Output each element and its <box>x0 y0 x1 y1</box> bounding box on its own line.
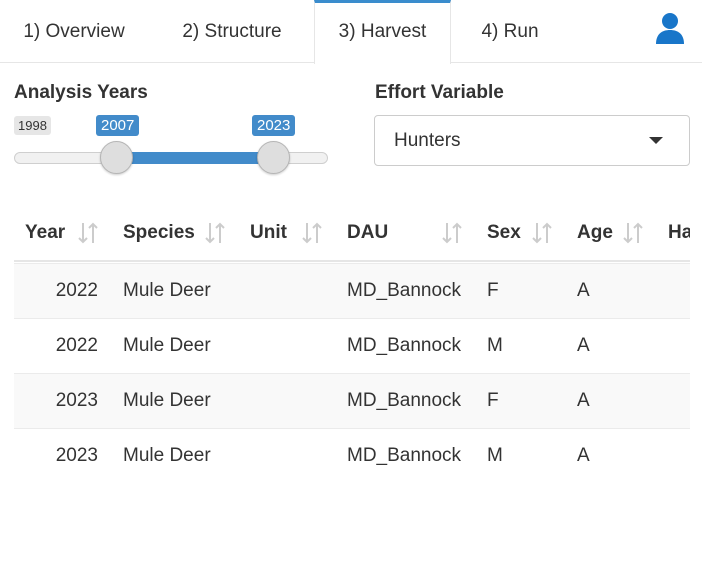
table-header: Year Species Unit DAU Sex Age Ha <box>14 206 690 262</box>
slider-from-handle[interactable] <box>100 141 133 174</box>
effort-variable-label: Effort Variable <box>375 82 504 103</box>
user-icon[interactable] <box>654 12 686 44</box>
cell-age: A <box>577 280 590 301</box>
cell-dau: MD_Bannock <box>347 390 462 411</box>
column-header-harvest[interactable]: Ha <box>668 222 690 244</box>
cell-year: 2023 <box>55 445 98 466</box>
table-row: 2022 Mule Deer MD_Bannock M A <box>14 318 690 373</box>
cell-species: Mule Deer <box>123 445 211 466</box>
sort-icon[interactable] <box>77 220 99 246</box>
column-header-species[interactable]: Species <box>123 222 195 244</box>
column-header-year[interactable]: Year <box>25 222 65 244</box>
tab-structure[interactable]: 2) Structure <box>157 0 307 63</box>
cell-species: Mule Deer <box>123 280 211 301</box>
caret-down-icon <box>649 137 663 144</box>
cell-species: Mule Deer <box>123 390 211 411</box>
column-header-unit[interactable]: Unit <box>250 222 287 244</box>
cell-age: A <box>577 335 590 356</box>
slider-min-label: 1998 <box>14 116 51 135</box>
cell-year: 2022 <box>55 335 98 356</box>
cell-dau: MD_Bannock <box>347 335 462 356</box>
tab-overview[interactable]: 1) Overview <box>0 0 148 63</box>
slider-to-value: 2023 <box>252 115 296 136</box>
analysis-years-slider[interactable]: 1998 2007 2023 <box>14 112 330 174</box>
sort-icon[interactable] <box>301 220 323 246</box>
cell-species: Mule Deer <box>123 335 211 356</box>
cell-dau: MD_Bannock <box>347 445 462 466</box>
column-header-sex[interactable]: Sex <box>487 222 521 244</box>
sort-icon[interactable] <box>204 220 226 246</box>
slider-range-fill <box>117 152 274 164</box>
table-row: 2022 Mule Deer MD_Bannock F A <box>14 263 690 318</box>
effort-variable-value: Hunters <box>394 130 461 151</box>
sort-icon[interactable] <box>441 220 463 246</box>
slider-from-value: 2007 <box>96 115 140 136</box>
column-header-age[interactable]: Age <box>577 222 613 244</box>
table-row: 2023 Mule Deer MD_Bannock M A <box>14 428 690 483</box>
harvest-table: Year Species Unit DAU Sex Age Ha 2022 Mu… <box>14 206 690 506</box>
cell-sex: M <box>487 445 503 466</box>
nav-tabs: 1) Overview 2) Structure 3) Harvest 4) R… <box>0 0 702 64</box>
tab-harvest[interactable]: 3) Harvest <box>314 0 451 64</box>
column-header-dau[interactable]: DAU <box>347 222 388 244</box>
tab-run[interactable]: 4) Run <box>460 0 560 63</box>
cell-dau: MD_Bannock <box>347 280 462 301</box>
analysis-years-label: Analysis Years <box>14 82 148 103</box>
cell-year: 2022 <box>55 280 98 301</box>
effort-variable-select[interactable]: Hunters <box>374 115 690 166</box>
sort-icon[interactable] <box>622 220 644 246</box>
sort-icon[interactable] <box>531 220 553 246</box>
slider-to-handle[interactable] <box>257 141 290 174</box>
cell-age: A <box>577 390 590 411</box>
cell-sex: F <box>487 280 499 301</box>
cell-year: 2023 <box>55 390 98 411</box>
cell-age: A <box>577 445 590 466</box>
cell-sex: M <box>487 335 503 356</box>
table-row: 2023 Mule Deer MD_Bannock F A <box>14 373 690 428</box>
cell-sex: F <box>487 390 499 411</box>
